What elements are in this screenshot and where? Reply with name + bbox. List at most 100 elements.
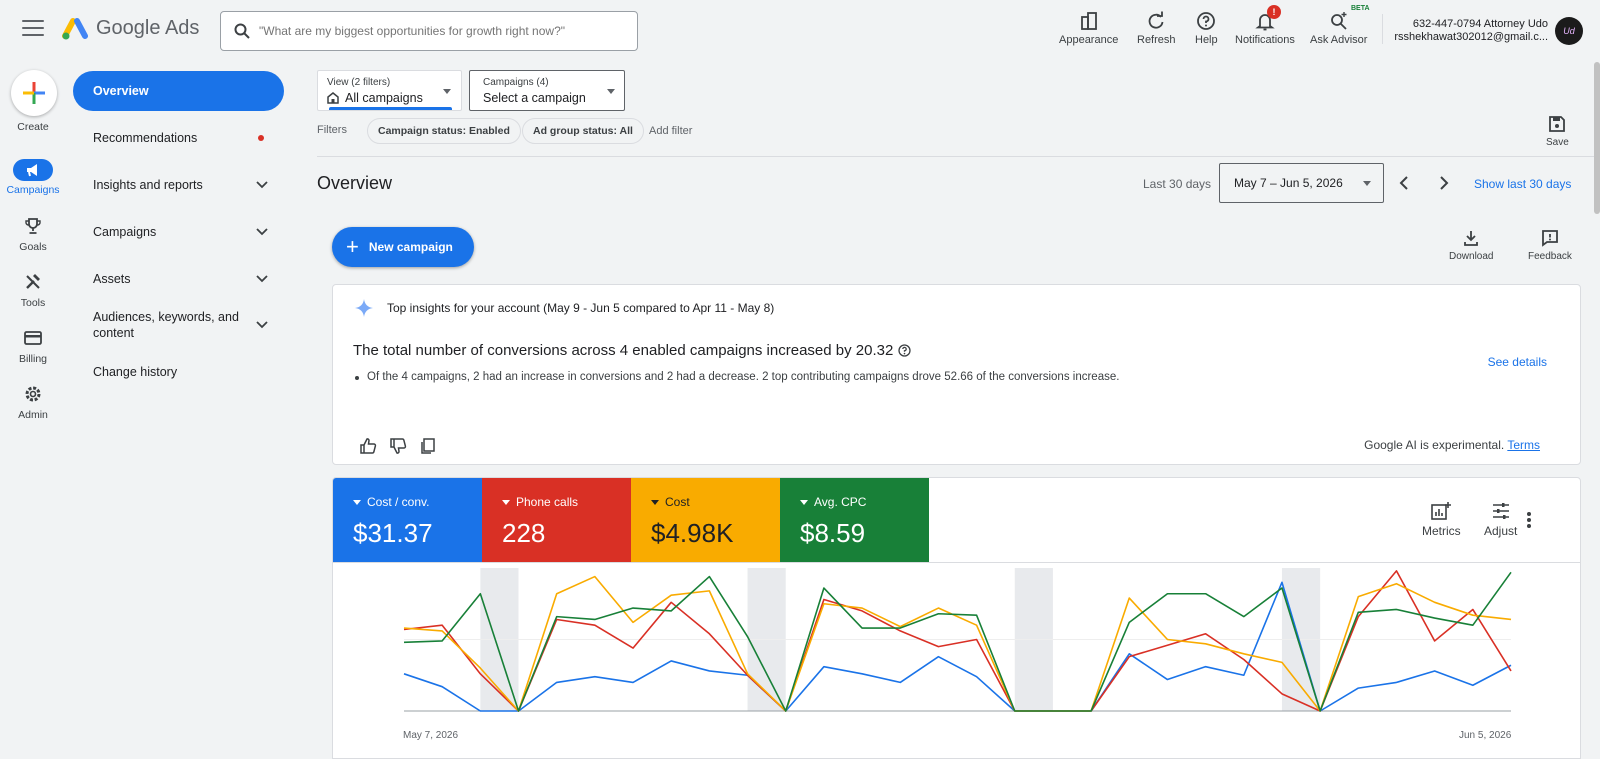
metric-label: Avg. CPC xyxy=(814,495,867,509)
next-period-button[interactable] xyxy=(1432,171,1456,195)
copy-icon[interactable] xyxy=(419,437,437,455)
thumbs-up-icon[interactable] xyxy=(359,437,377,455)
filters-label: Filters xyxy=(317,124,347,136)
help-label: Help xyxy=(1195,34,1218,46)
rail-billing-label: Billing xyxy=(18,353,47,365)
show-last-30-days-link[interactable]: Show last 30 days xyxy=(1474,177,1571,191)
rail-item-goals[interactable]: Goals xyxy=(0,214,66,253)
recommendations-alert-dot xyxy=(258,135,264,141)
rail-goals-label: Goals xyxy=(19,241,47,253)
gear-icon xyxy=(25,386,41,402)
help-button[interactable]: Help xyxy=(1195,8,1218,46)
series-line-1[interactable] xyxy=(403,570,1512,712)
new-campaign-label: New campaign xyxy=(368,240,453,254)
feedback-icon xyxy=(1542,230,1558,247)
ask-advisor-button[interactable]: Ask Advisor xyxy=(1310,8,1367,46)
refresh-button[interactable]: Refresh xyxy=(1137,8,1176,46)
nav-item-assets[interactable]: Assets xyxy=(93,271,268,287)
metric-tile-cost-per-conv[interactable]: Cost / conv. $31.37 xyxy=(333,478,482,562)
insight-card: Top insights for your account (May 9 - J… xyxy=(332,284,1581,465)
filter-chip-ad-group-status[interactable]: Ad group status: All xyxy=(522,118,644,144)
metric-tile-avg-cpc[interactable]: Avg. CPC $8.59 xyxy=(780,478,929,562)
caret-down-icon xyxy=(502,499,510,505)
trophy-icon xyxy=(25,218,41,234)
appearance-button[interactable]: Appearance xyxy=(1059,8,1118,46)
metric-tile-cost[interactable]: Cost $4.98K xyxy=(631,478,780,562)
caret-down-icon xyxy=(651,499,659,505)
metric-tile-title: Cost / conv. xyxy=(353,495,429,509)
save-button[interactable]: Save xyxy=(1546,115,1569,148)
download-icon xyxy=(1464,231,1479,246)
view-filter-select[interactable]: View (2 filters) All campaigns xyxy=(317,70,462,111)
rail-item-campaigns[interactable]: Campaigns xyxy=(0,159,66,196)
nav-item-audiences[interactable]: Audiences, keywords, and content xyxy=(93,309,268,341)
date-range-picker[interactable]: May 7 – Jun 5, 2026 xyxy=(1219,163,1384,203)
date-range-value: May 7 – Jun 5, 2026 xyxy=(1234,176,1343,190)
search-input[interactable] xyxy=(259,24,619,38)
account-info[interactable]: 632-447-0794 Attorney Udo rsshekhawat302… xyxy=(1394,18,1548,44)
rail-item-tools[interactable]: Tools xyxy=(0,270,66,309)
chevron-down-icon xyxy=(256,228,268,236)
add-filter-button[interactable]: Add filter xyxy=(649,125,692,137)
rail-admin-label: Admin xyxy=(18,409,48,421)
sparkle-icon xyxy=(355,299,373,317)
series-line-3[interactable] xyxy=(403,571,1512,712)
nav-campaigns-label: Campaigns xyxy=(93,225,157,239)
avatar[interactable]: Ud xyxy=(1555,17,1583,45)
caret-down-icon xyxy=(1363,181,1371,186)
nav-change-history-label: Change history xyxy=(93,365,178,379)
nav-item-insights[interactable]: Insights and reports xyxy=(93,177,268,193)
campaign-select[interactable]: Campaigns (4) Select a campaign xyxy=(469,70,625,111)
nav-item-change-history[interactable]: Change history xyxy=(93,364,268,380)
search-icon xyxy=(234,23,250,39)
rail-item-admin[interactable]: Admin xyxy=(0,382,66,421)
filter-chip-campaign-status[interactable]: Campaign status: Enabled xyxy=(367,118,521,144)
menu-icon[interactable] xyxy=(22,20,44,40)
insight-feedback-icons xyxy=(359,437,437,455)
tune-icon xyxy=(1492,503,1509,519)
metric-value: $8.59 xyxy=(800,518,866,548)
nav-item-overview[interactable]: Overview xyxy=(73,71,284,111)
nav-item-campaigns[interactable]: Campaigns xyxy=(93,224,268,240)
insight-title-text: The total number of conversions across 4… xyxy=(353,342,894,359)
metrics-button[interactable]: Metrics xyxy=(1422,502,1461,538)
account-id: 632-447-0794 Attorney Udo xyxy=(1412,18,1548,30)
adjust-button[interactable]: Adjust xyxy=(1484,502,1517,538)
campaign-select-caption: Campaigns (4) xyxy=(483,77,549,88)
more-options-icon[interactable] xyxy=(1527,512,1531,530)
page-scrollbar[interactable] xyxy=(1594,62,1600,214)
terms-link[interactable]: Terms xyxy=(1507,438,1540,452)
metric-label: Cost xyxy=(665,495,690,509)
nav-audiences-line1: Audiences, keywords, and xyxy=(93,310,239,324)
feedback-button[interactable]: Feedback xyxy=(1528,229,1572,262)
metric-tile-phone-calls[interactable]: Phone calls 228 xyxy=(482,478,631,562)
thumbs-down-icon[interactable] xyxy=(389,437,407,455)
previous-period-button[interactable] xyxy=(1392,171,1416,195)
credit-card-icon xyxy=(24,331,42,345)
help-icon[interactable] xyxy=(898,344,911,357)
save-icon xyxy=(1549,116,1566,132)
ai-disclaimer: Google AI is experimental. Terms xyxy=(1364,438,1540,452)
top-divider xyxy=(1382,14,1383,44)
caret-down-icon xyxy=(353,499,361,505)
chevron-down-icon xyxy=(256,275,268,283)
create-button[interactable] xyxy=(11,70,57,116)
top-bar: Google Ads Appearance Refresh Help ! Not… xyxy=(0,0,1600,62)
new-campaign-button[interactable]: + New campaign xyxy=(332,227,474,267)
search-bar[interactable] xyxy=(220,11,638,51)
feedback-label: Feedback xyxy=(1528,251,1572,262)
nav-audiences-label: Audiences, keywords, and content xyxy=(93,309,239,341)
adjust-label: Adjust xyxy=(1484,524,1518,538)
nav-audiences-line2: content xyxy=(93,326,135,340)
notifications-button[interactable]: ! Notifications xyxy=(1235,5,1295,46)
page-title: Overview xyxy=(317,173,393,193)
rail-item-billing[interactable]: Billing xyxy=(0,326,66,365)
chevron-down-icon xyxy=(256,181,268,189)
google-ads-logo[interactable]: Google Ads xyxy=(62,16,199,40)
help-icon xyxy=(1197,12,1216,30)
see-details-link[interactable]: See details xyxy=(1488,355,1547,369)
download-button[interactable]: Download xyxy=(1449,229,1493,262)
beta-tag: BETA xyxy=(1351,5,1370,12)
insight-header: Top insights for your account (May 9 - J… xyxy=(387,301,775,315)
nav-item-recommendations[interactable]: Recommendations xyxy=(93,130,268,146)
